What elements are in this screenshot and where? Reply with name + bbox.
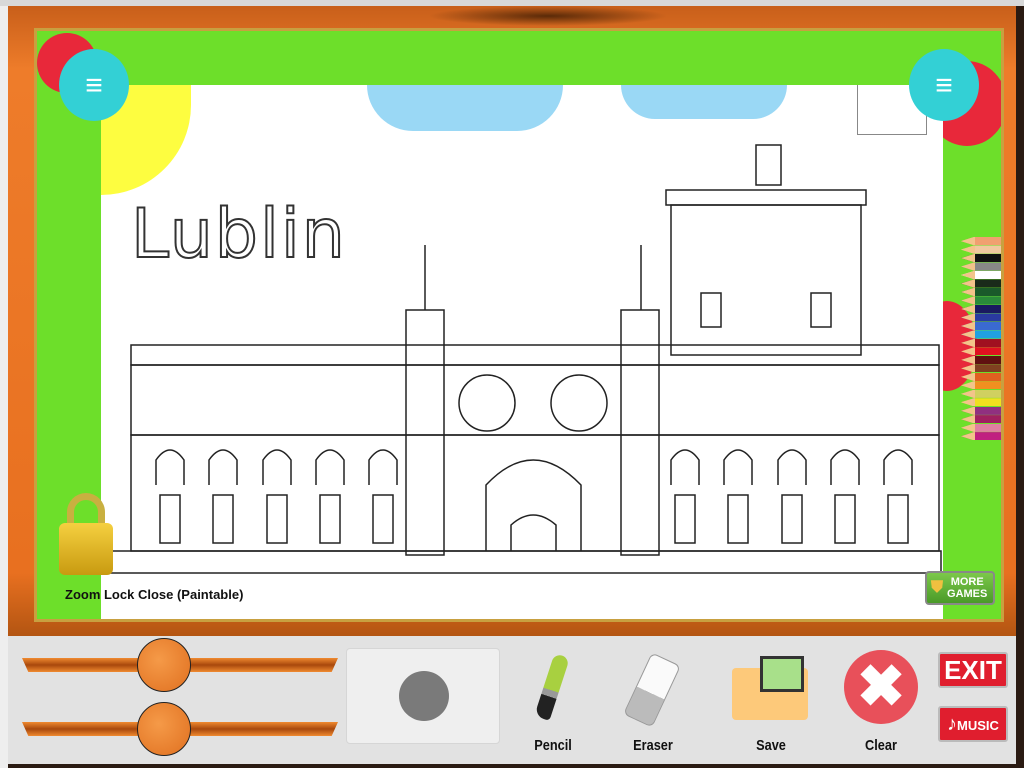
save-label: Save (756, 737, 786, 754)
music-note-icon: ♪ (947, 713, 958, 735)
drawing-canvas[interactable]: Lublin (101, 85, 943, 619)
color-pencil[interactable] (961, 415, 1001, 424)
color-pencil[interactable] (961, 389, 1001, 398)
color-pencil[interactable] (961, 237, 1001, 246)
color-pencil[interactable] (961, 279, 1001, 288)
more-games-label: MORE (950, 576, 984, 588)
castle-window (315, 449, 345, 485)
background-window (0, 6, 8, 768)
color-pencil[interactable] (961, 304, 1001, 314)
pencil-label: Pencil (534, 737, 572, 754)
more-games-button[interactable]: ⛊ MORE GAMES (925, 571, 995, 605)
eraser-label: Eraser (633, 737, 673, 754)
eraser-button[interactable]: Eraser (608, 646, 698, 762)
color-pencil[interactable] (961, 296, 1001, 305)
castle-window (830, 449, 860, 485)
castle-window (887, 494, 909, 544)
color-pencil[interactable] (961, 355, 1001, 364)
music-button[interactable]: ♪MUSIC (938, 706, 1008, 742)
castle-outline (110, 144, 942, 574)
brush-dot (399, 671, 449, 721)
more-games-label: GAMES (947, 588, 988, 600)
zoom-in-button[interactable]: ≡ (59, 49, 129, 121)
brush-size-slider-handle[interactable] (137, 638, 192, 692)
color-pencil[interactable] (961, 381, 1001, 390)
castle-window (155, 449, 185, 485)
castle-window (212, 494, 234, 544)
opacity-slider-handle[interactable] (137, 702, 192, 756)
lock-label: Zoom Lock Close (Paintable) (65, 587, 244, 602)
music-label: MUSIC (957, 718, 999, 733)
zoom-lines-icon: ≡ (935, 68, 953, 102)
color-pencil[interactable] (961, 330, 1001, 339)
castle-window (727, 494, 749, 544)
pencil-button[interactable]: Pencil (508, 646, 598, 762)
color-pencil[interactable] (961, 338, 1001, 347)
color-pencil[interactable] (961, 423, 1001, 432)
castle-window (781, 494, 803, 544)
save-button[interactable]: Save (726, 646, 816, 762)
eraser-icon (623, 652, 681, 728)
brush-preview (346, 648, 500, 744)
castle-window (883, 449, 913, 485)
color-pencil[interactable] (961, 270, 1001, 280)
color-pencil[interactable] (961, 364, 1001, 373)
castle-window (266, 494, 288, 544)
zoom-out-button[interactable]: ≡ (909, 49, 979, 121)
color-pencil[interactable] (961, 372, 1001, 381)
toolbar: Pencil Eraser Save ✖ Clear EXIT ♪MUSIC (8, 636, 1016, 764)
castle-window (674, 494, 696, 544)
shield-icon: ⛊ (931, 579, 944, 596)
color-pencil[interactable] (961, 321, 1001, 331)
zoom-lines-icon: ≡ (85, 68, 103, 102)
color-pencil[interactable] (961, 347, 1001, 356)
castle-window (319, 494, 341, 544)
coloring-frame: Lublin ≡ ≡ Zoom Lock Close (Paintable) ⛊… (34, 28, 1004, 622)
game-frame: Lublin ≡ ≡ Zoom Lock Close (Paintable) ⛊… (8, 6, 1016, 636)
color-pencil[interactable] (961, 398, 1001, 407)
paintbrush-icon (534, 653, 570, 721)
castle-window (834, 494, 856, 544)
castle-window (670, 449, 700, 485)
color-pencil[interactable] (961, 245, 1001, 254)
castle-window (723, 449, 753, 485)
castle-window (372, 494, 394, 544)
castle-window (368, 449, 398, 485)
color-pencil[interactable] (961, 262, 1001, 271)
color-pencil[interactable] (961, 432, 1001, 441)
color-pencil[interactable] (961, 287, 1001, 297)
exit-button[interactable]: EXIT (938, 652, 1008, 688)
color-pencil[interactable] (961, 253, 1001, 263)
color-palette (961, 237, 1001, 441)
lock-button[interactable] (59, 493, 115, 577)
castle-window (159, 494, 181, 544)
color-pencil[interactable] (961, 406, 1001, 415)
clear-label: Clear (865, 737, 897, 754)
color-pencil[interactable] (961, 313, 1001, 322)
close-x-icon: ✖ (844, 650, 918, 724)
castle-window (208, 449, 238, 485)
castle-window (262, 449, 292, 485)
castle-window (777, 449, 807, 485)
clear-button[interactable]: ✖ Clear (836, 646, 926, 762)
